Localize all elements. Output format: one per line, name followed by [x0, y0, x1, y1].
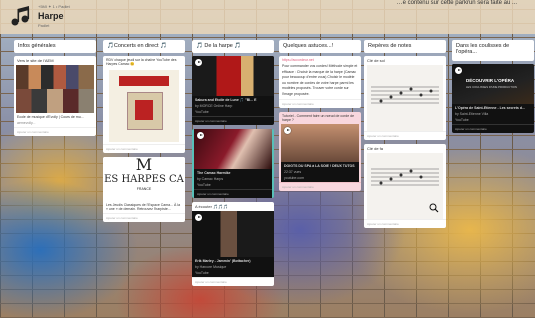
add-comment[interactable]: Ajouter un commentaire — [452, 124, 534, 133]
add-comment[interactable]: Ajouter un commentaire — [279, 182, 361, 191]
top-right-notice: …e contenu sur cette parkrun sera faite … — [396, 0, 517, 6]
post-card[interactable]: Vers le site de l'AEM Ecole de musique d… — [14, 56, 96, 136]
column-astuces: Quelques astuces...! https://accordeur.n… — [279, 40, 361, 195]
add-comment[interactable]: Ajouter un commentaire — [364, 219, 446, 228]
post-text: Tutoriel - Comment faire un nœud de cord… — [282, 114, 355, 122]
post-title: Clé de fa — [367, 146, 384, 151]
post-card[interactable]: https://accordeur.net Pour commander vos… — [279, 56, 361, 108]
post-card[interactable]: M ES HARPES CA FRANCE Les Jeudis Classiq… — [103, 157, 185, 222]
post-caption: Les Jeudis Classiques de l'Espace Cama..… — [106, 203, 181, 211]
padlet-board: +5MI ✦ 1 • Padlet Harpe Padlet …e conten… — [0, 0, 535, 318]
post-link[interactable]: https://accordeur.net — [279, 56, 361, 64]
video-thumbnail[interactable] — [281, 124, 359, 162]
sheet-music-bass[interactable] — [367, 153, 443, 219]
post-title: Clé de sol — [367, 58, 385, 63]
video-thumbnail[interactable] — [194, 129, 272, 169]
video-thumbnail[interactable] — [192, 211, 274, 257]
add-comment[interactable]: Ajouter un commentaire — [192, 277, 274, 286]
harpes-camac-logo[interactable]: M ES HARPES CA FRANCE — [103, 157, 185, 201]
add-comment[interactable]: Ajouter un commentaire — [194, 189, 272, 198]
column-title[interactable]: 🎵 De la harpe 🎵 — [192, 40, 274, 53]
play-icon[interactable] — [284, 127, 291, 134]
post-card[interactable]: The Camac Harmike by Camac Harps YouTube… — [192, 129, 274, 198]
post-card[interactable]: RDV chaque jeudi sur la chaîne YouTube d… — [103, 56, 185, 153]
column-title[interactable]: 🎵Concerts en direct 🎵 — [103, 40, 185, 53]
post-card[interactable]: DÉCOUVRIR L'OPÉRA LES COULISSES D'UNE PR… — [452, 64, 534, 133]
logo-wordmark: ES HARPES CA — [104, 174, 184, 185]
column-title[interactable]: Dans les coulisses de l'opéra... — [452, 40, 534, 61]
column-infos-generales: Infos générales Vers le site de l'AEM Ec… — [14, 40, 96, 140]
post-card[interactable]: Clé de fa Ajouter un commentaire — [364, 144, 446, 228]
photo-collage[interactable] — [16, 65, 94, 113]
post-text: RDV chaque jeudi sur la chaîne YouTube d… — [106, 58, 177, 66]
post-card[interactable]: Sakura and Etoile de Lune 🎵 "Bl... E by … — [192, 56, 274, 125]
add-comment[interactable]: Ajouter un commentaire — [14, 127, 96, 136]
column-de-la-harpe: 🎵 De la harpe 🎵 Sakura and Etoile de Lun… — [192, 40, 274, 290]
sheet-music-treble[interactable] — [367, 65, 443, 131]
post-title: A écouter 🎵🎵🎵 — [195, 204, 228, 209]
video-thumbnail[interactable] — [192, 56, 274, 96]
add-comment[interactable]: Ajouter un commentaire — [279, 99, 361, 108]
add-comment[interactable]: Ajouter un commentaire — [364, 131, 446, 140]
video-overlay-title: DÉCOUVRIR L'OPÉRA — [466, 78, 515, 83]
add-comment[interactable]: Ajouter un commentaire — [103, 213, 185, 222]
column-concerts: 🎵Concerts en direct 🎵 RDV chaque jeudi s… — [103, 40, 185, 226]
breadcrumb: +5MI ✦ 1 • Padlet — [38, 4, 70, 9]
post-card[interactable]: A écouter 🎵🎵🎵 Erik Marley - Jammin' (Bot… — [192, 202, 274, 286]
music-notes-icon — [11, 6, 30, 26]
video-title: Sakura and Etoile de Lune 🎵 "Bl... E — [195, 98, 257, 102]
post-title: Vers le site de l'AEM — [17, 58, 54, 63]
video-title: DOIGTS DU SPA à LA SOIE ! DEUX TUTOS — [284, 164, 355, 168]
play-icon[interactable] — [455, 67, 462, 74]
add-comment[interactable]: Ajouter un commentaire — [192, 116, 274, 125]
column-title[interactable]: Repères de notes — [364, 40, 446, 53]
header-bar: +5MI ✦ 1 • Padlet Harpe Padlet …e conten… — [0, 0, 535, 34]
video-title: The Camac Harmike — [197, 171, 231, 175]
post-text: Pour commander vos cordes! Méthode simpl… — [282, 64, 358, 96]
concert-poster[interactable] — [109, 70, 179, 142]
play-icon[interactable] — [195, 214, 202, 221]
post-card[interactable]: Tutoriel - Comment faire un nœud de cord… — [279, 112, 361, 191]
video-thumbnail[interactable]: DÉCOUVRIR L'OPÉRA LES COULISSES D'UNE PR… — [452, 64, 534, 104]
logo-monogram: M — [135, 157, 153, 174]
post-caption: Ecole de musique d'Evolly | Cours de mu.… — [17, 115, 84, 119]
page-subtitle: Padlet — [38, 23, 50, 28]
column-coulisses-opera: Dans les coulisses de l'opéra... DÉCOUVR… — [452, 40, 534, 137]
post-card[interactable]: Clé de sol Ajouter un commentaire — [364, 56, 446, 140]
video-title: L'Opéra de Saint-Etienne - Les secrets d… — [455, 106, 525, 110]
logo-subtitle: FRANCE — [136, 187, 152, 191]
column-reperes-de-notes: Repères de notes Clé de sol Ajouter un c… — [364, 40, 446, 232]
add-comment[interactable]: Ajouter un commentaire — [103, 144, 185, 153]
video-title: Erik Marley - Jammin' (Bottacher) — [195, 259, 251, 263]
column-title[interactable]: Infos générales — [14, 40, 96, 53]
page-title: Harpe — [38, 11, 64, 21]
play-icon[interactable] — [197, 132, 204, 139]
video-overlay-subtitle: LES COULISSES D'UNE PRODUCTION — [466, 85, 517, 89]
play-icon[interactable] — [195, 59, 202, 66]
column-title[interactable]: Quelques astuces...! — [279, 40, 361, 53]
